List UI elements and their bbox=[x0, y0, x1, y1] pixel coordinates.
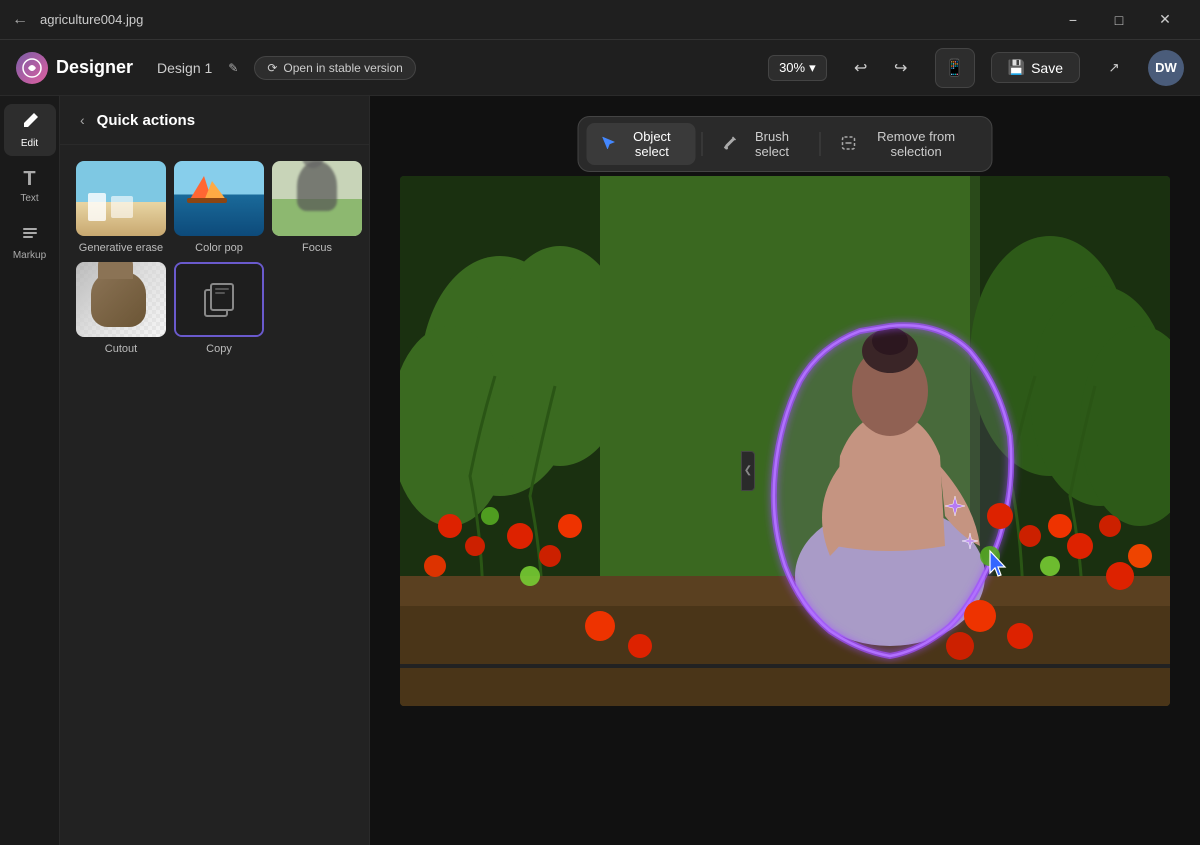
brand: Designer bbox=[16, 52, 133, 84]
zoom-control[interactable]: 30% ▾ bbox=[768, 55, 827, 81]
qa-generative-erase-thumb bbox=[76, 161, 166, 236]
toolbar-divider-2 bbox=[820, 132, 821, 156]
brand-name: Designer bbox=[56, 57, 133, 78]
remove-from-selection-label: Remove from selection bbox=[863, 129, 970, 159]
quick-actions-panel: ‹ Quick actions Generative erase bbox=[60, 96, 370, 845]
save-label: Save bbox=[1031, 60, 1063, 76]
design-name: Design 1 bbox=[157, 60, 212, 76]
window-controls: − □ ✕ bbox=[1050, 0, 1188, 40]
remove-from-selection-button[interactable]: Remove from selection bbox=[827, 123, 984, 165]
undo-redo-controls: ↩ ↪ bbox=[843, 50, 919, 86]
title-bar: ← agriculture004.jpg − □ ✕ bbox=[0, 0, 1200, 40]
sidebar-text-label: Text bbox=[20, 193, 38, 204]
save-icon: 💾 bbox=[1008, 59, 1025, 76]
object-select-icon bbox=[601, 135, 617, 154]
qa-color-pop-thumb bbox=[174, 161, 264, 236]
qa-cutout-thumb bbox=[76, 262, 166, 337]
edit-design-icon[interactable]: ✎ bbox=[228, 61, 238, 75]
qa-cutout[interactable]: Cutout bbox=[76, 262, 166, 355]
brush-select-button[interactable]: Brush select bbox=[708, 123, 814, 165]
brush-select-label: Brush select bbox=[744, 129, 800, 159]
back-icon[interactable]: ← bbox=[12, 11, 28, 29]
sidebar-item-text[interactable]: T Text bbox=[4, 160, 56, 212]
quick-actions-grid: Generative erase Color pop bbox=[60, 145, 369, 371]
qa-copy-label: Copy bbox=[206, 343, 232, 355]
avatar[interactable]: DW bbox=[1148, 50, 1184, 86]
sidebar-item-markup[interactable]: Markup bbox=[4, 216, 56, 268]
panel-back-button[interactable]: ‹ bbox=[76, 108, 89, 132]
redo-button[interactable]: ↪ bbox=[883, 50, 919, 86]
qa-copy-thumb bbox=[174, 262, 264, 337]
maximize-button[interactable]: □ bbox=[1096, 0, 1142, 40]
minimize-button[interactable]: − bbox=[1050, 0, 1096, 40]
qa-color-pop[interactable]: Color pop bbox=[174, 161, 264, 254]
markup-icon bbox=[20, 223, 40, 248]
brand-logo bbox=[16, 52, 48, 84]
chevron-left-icon: ❮ bbox=[744, 465, 752, 476]
close-button[interactable]: ✕ bbox=[1142, 0, 1188, 40]
mobile-preview-button[interactable]: 📱 bbox=[935, 48, 975, 88]
app-header: Designer Design 1 ✎ ⟳ Open in stable ver… bbox=[0, 40, 1200, 96]
sidebar-markup-label: Markup bbox=[13, 250, 46, 261]
canvas-image[interactable] bbox=[400, 176, 1170, 706]
share-button[interactable]: ↗ bbox=[1096, 50, 1132, 86]
qa-cutout-label: Cutout bbox=[105, 343, 137, 355]
object-select-button[interactable]: Object select bbox=[587, 123, 696, 165]
save-button[interactable]: 💾 Save bbox=[991, 52, 1080, 83]
filename: agriculture004.jpg bbox=[40, 12, 143, 27]
stable-version-button[interactable]: ⟳ Open in stable version bbox=[254, 56, 415, 80]
agriculture-scene-svg bbox=[400, 176, 1170, 706]
selection-toolbar: Object select Brush select bbox=[578, 116, 993, 172]
zoom-chevron-icon: ▾ bbox=[809, 60, 816, 76]
undo-button[interactable]: ↩ bbox=[843, 50, 879, 86]
qa-copy[interactable]: Copy bbox=[174, 262, 264, 355]
qa-focus-thumb bbox=[272, 161, 362, 236]
sidebar-item-edit[interactable]: Edit bbox=[4, 104, 56, 156]
sidebar: Edit T Text Markup bbox=[0, 96, 60, 845]
qa-color-pop-label: Color pop bbox=[195, 242, 243, 254]
object-select-label: Object select bbox=[623, 129, 682, 159]
qa-focus-label: Focus bbox=[302, 242, 332, 254]
panel-title: Quick actions bbox=[97, 112, 195, 129]
canvas-area: Object select Brush select bbox=[370, 96, 1200, 845]
sidebar-edit-label: Edit bbox=[21, 138, 38, 149]
panel-collapse-handle[interactable]: ❮ bbox=[741, 451, 755, 491]
canvas-image-wrapper bbox=[400, 176, 1170, 706]
qa-generative-erase-label: Generative erase bbox=[79, 242, 163, 254]
qa-focus[interactable]: Focus bbox=[272, 161, 362, 254]
panel-header: ‹ Quick actions bbox=[60, 96, 369, 145]
brush-select-icon bbox=[722, 135, 738, 154]
main-area: Edit T Text Markup ‹ Quick actions bbox=[0, 96, 1200, 845]
remove-selection-icon bbox=[841, 135, 857, 154]
zoom-level: 30% bbox=[779, 60, 805, 75]
stable-version-icon: ⟳ bbox=[267, 61, 277, 75]
stable-version-label: Open in stable version bbox=[283, 61, 402, 75]
edit-icon bbox=[20, 111, 40, 136]
toolbar-divider-1 bbox=[701, 132, 702, 156]
text-icon: T bbox=[23, 168, 35, 191]
qa-generative-erase[interactable]: Generative erase bbox=[76, 161, 166, 254]
